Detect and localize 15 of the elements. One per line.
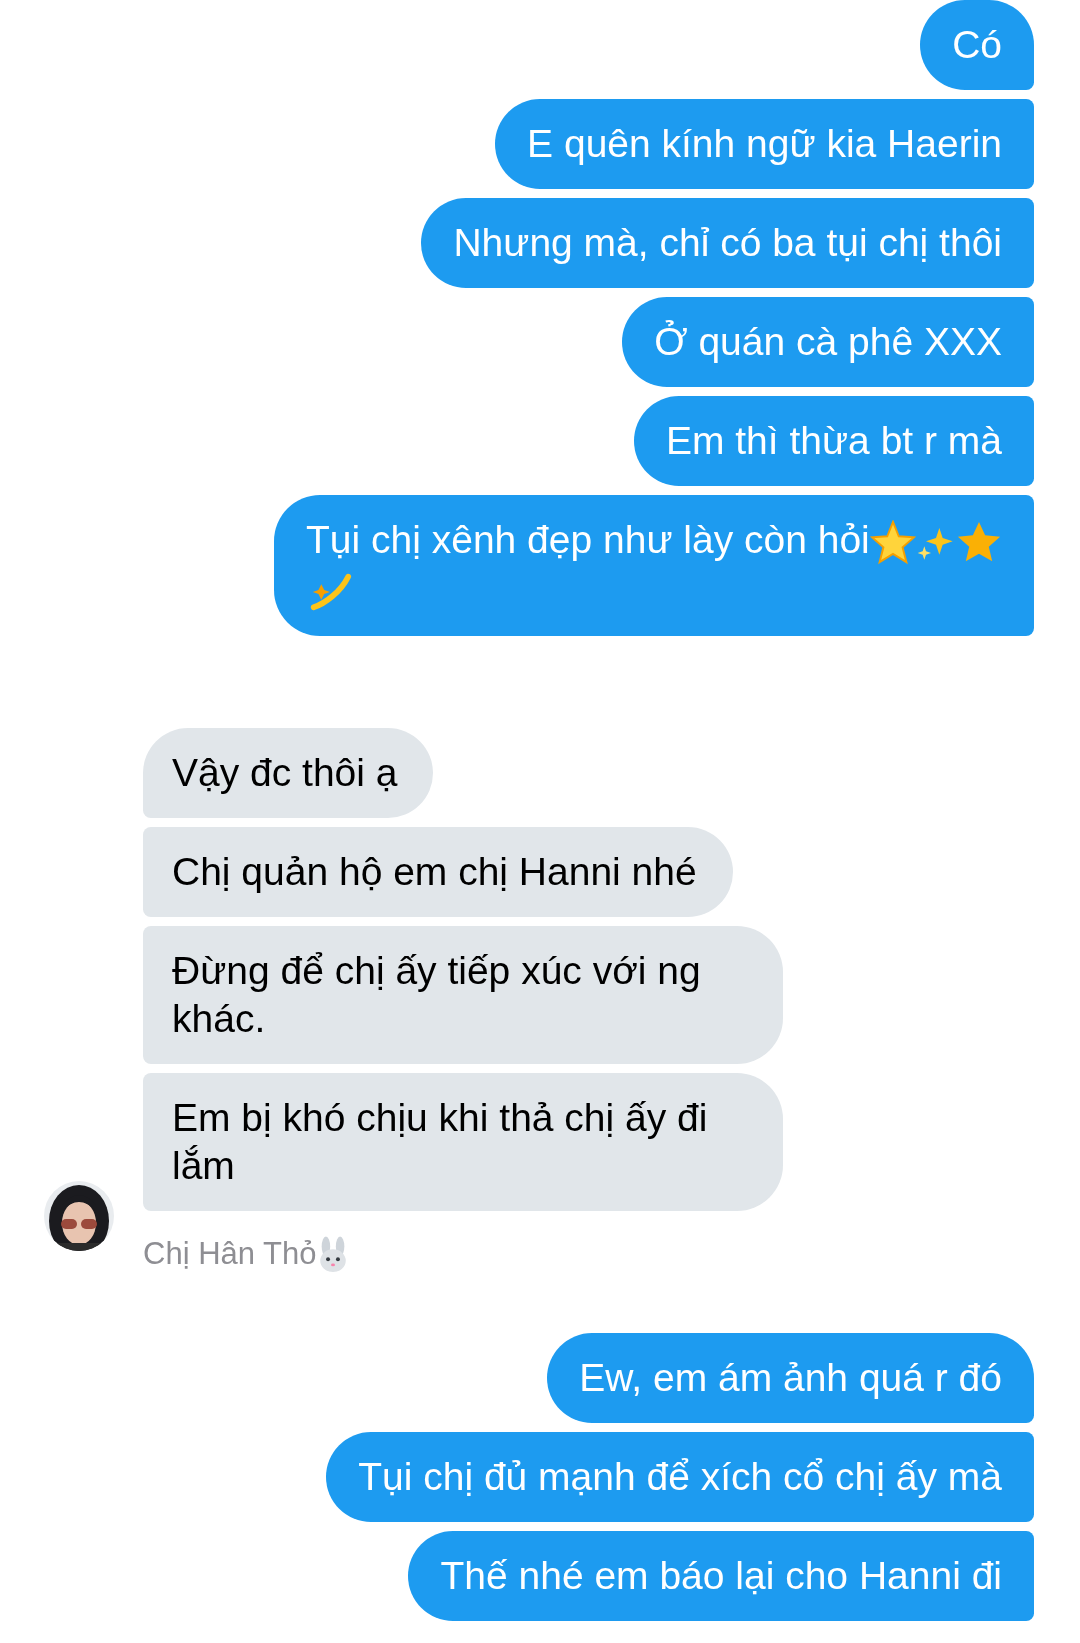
message-bubble: Thế nhé em báo lại cho Hanni đi	[408, 1530, 1034, 1621]
message-bubble: Nhưng mà, chỉ có ba tụi chị thôi	[421, 198, 1034, 288]
message-bubble: Tụi chị đủ mạnh để xích cổ chị ấy mà	[326, 1431, 1034, 1522]
message-bubble: Em bị khó chịu khi thả chị ấy đi lắm	[143, 1073, 783, 1212]
message-bubble: Em thì thừa bt r mà	[633, 396, 1034, 486]
sender-name: Chị Hân Thỏ	[143, 1235, 317, 1274]
message-bubble: Có	[920, 0, 1034, 90]
message-bubble: Chị quản hộ em chị Hanni nhé	[143, 827, 733, 918]
message-bubble: Ew, em ám ảnh quá r đó	[547, 1332, 1034, 1423]
message-bubble: E quên kính ngữ kia Haerin	[495, 99, 1034, 189]
message-bubble: Đừng để chị ấy tiếp xúc với ng khác.	[143, 926, 783, 1065]
message-bubble: Vậy đc thôi ạ	[143, 728, 434, 819]
message-bubble: Tụi chị xênh đẹp như lày còn hỏi	[274, 495, 1034, 637]
message-bubble: Ở quán cà phê XXX	[622, 297, 1034, 387]
glowing-star-icon	[869, 519, 916, 566]
